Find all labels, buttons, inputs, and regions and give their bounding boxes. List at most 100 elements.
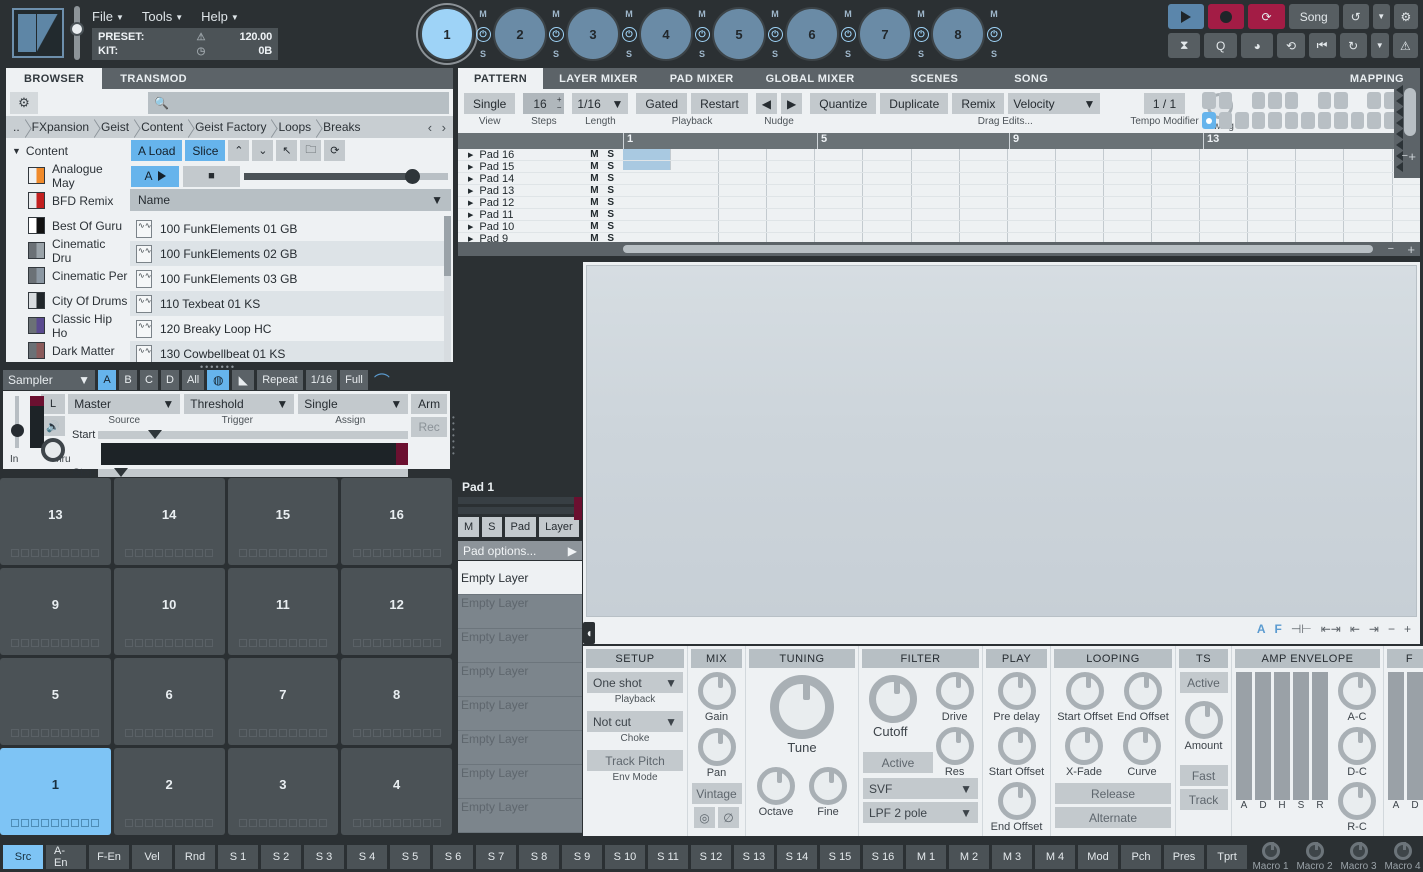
pattern-slot[interactable]	[1218, 112, 1233, 129]
scene-button[interactable]: 8	[931, 7, 985, 61]
zoom-out-vertical-button[interactable]: −	[1402, 150, 1408, 162]
pad-7[interactable]: 7	[227, 658, 339, 745]
pattern-slot[interactable]	[1284, 92, 1299, 109]
horizontal-scrollbar-thumb[interactable]	[623, 245, 1373, 253]
song-mode-button[interactable]: Song	[1288, 4, 1339, 29]
gain-knob[interactable]	[697, 672, 736, 710]
menu-help[interactable]: Help ▼	[201, 9, 239, 24]
pattern-track-row[interactable]: ▶ Pad 11 M S	[458, 209, 623, 221]
pad-4[interactable]: 4	[341, 748, 452, 835]
track-mute-solo[interactable]: M S	[590, 209, 623, 220]
preview-volume-slider[interactable]	[244, 168, 448, 184]
assign-select[interactable]: Single ▼	[298, 394, 409, 414]
envelope-bar[interactable]	[1255, 672, 1271, 800]
mod-tab-s-9[interactable]: S 9	[562, 845, 602, 869]
mod-tab-f-en[interactable]: F-En	[89, 845, 129, 869]
slice-button[interactable]: Slice	[185, 140, 226, 161]
cycle-icon[interactable]: ⟲	[1277, 33, 1305, 58]
tree-item[interactable]: Cinematic Dru	[6, 237, 128, 265]
mod-tab-m-3[interactable]: M 3	[992, 845, 1032, 869]
tree-item[interactable]: Analogue May	[6, 162, 128, 190]
layer-slot[interactable]: Empty Layer	[458, 629, 582, 663]
file-list-item[interactable]: 120 Breaky Loop HC	[130, 316, 451, 341]
scene-button[interactable]: 4	[639, 7, 693, 61]
filter-mode-select[interactable]: LPF 2 pole ▼	[863, 802, 978, 823]
scene-mute[interactable]: M	[844, 9, 852, 19]
nudge-right-button[interactable]: ▶	[781, 93, 803, 114]
file-column-header[interactable]: Name ▼	[130, 189, 451, 211]
file-list-item[interactable]: 100 FunkElements 02 GB	[130, 241, 451, 266]
nav-parent-icon[interactable]: ↖	[276, 140, 298, 161]
nudge-left-button[interactable]: ◀	[755, 93, 778, 114]
pattern-slot[interactable]	[1202, 112, 1216, 129]
vintage-button[interactable]: Vintage	[691, 783, 742, 804]
breadcrumb-next[interactable]: ›	[442, 120, 449, 135]
mono-icon[interactable]: ∅	[718, 807, 739, 828]
pattern-slot[interactable]	[1367, 92, 1381, 109]
pattern-vertical-scroll[interactable]: − +	[1394, 84, 1420, 178]
track-mute-solo[interactable]: M S	[590, 197, 623, 208]
tree-item[interactable]: City Of Drums	[6, 288, 128, 313]
goto-end-icon[interactable]: ⇥	[1369, 622, 1379, 636]
pad-13[interactable]: 13	[0, 478, 111, 565]
mod-tab-s-1[interactable]: S 1	[218, 845, 258, 869]
scene-7[interactable]: 7 M ⏻ S	[858, 4, 931, 64]
redo-button[interactable]: ↻	[1339, 33, 1367, 58]
choke-select[interactable]: Not cut ▼	[587, 711, 683, 732]
tempo-modifier-value[interactable]: 1 / 1	[1143, 93, 1186, 114]
pattern-tab-pad-mixer[interactable]: PAD MIXER	[654, 68, 750, 89]
file-list-item[interactable]: 110 Texbeat 01 KS	[130, 291, 451, 316]
breadcrumb-item[interactable]: Content	[134, 120, 188, 134]
alternate-button[interactable]: Alternate	[1055, 807, 1171, 828]
scene-power-icon[interactable]: ⏻	[913, 26, 929, 42]
pattern-slot[interactable]	[1268, 112, 1282, 129]
layer-slot[interactable]: Empty Layer	[458, 663, 582, 697]
macro-control[interactable]: Macro 4	[1382, 842, 1423, 872]
tree-item[interactable]: BFD Remix	[6, 188, 128, 213]
scene-button[interactable]: 7	[858, 7, 912, 61]
mod-tab-s-14[interactable]: S 14	[777, 845, 817, 869]
pattern-slot[interactable]	[1301, 112, 1315, 129]
pan-knob[interactable]	[697, 728, 736, 766]
scene-solo[interactable]: S	[772, 49, 778, 59]
mod-tab-s-2[interactable]: S 2	[261, 845, 301, 869]
scene-power-icon[interactable]: ⏻	[840, 26, 856, 42]
tempo-value[interactable]: 120.00	[214, 31, 273, 43]
clock-icon[interactable]: ◕	[1240, 33, 1274, 58]
macro-knob[interactable]	[1305, 842, 1324, 860]
pad-9[interactable]: 9	[0, 568, 111, 655]
envelope-bar[interactable]	[1274, 672, 1290, 800]
scene-solo[interactable]: S	[626, 49, 632, 59]
pattern-slot[interactable]	[1334, 92, 1348, 109]
mod-tab-a-en[interactable]: A-En	[46, 845, 86, 869]
tune-knob[interactable]	[770, 675, 834, 739]
track-expand-arrow[interactable]: ▶	[458, 211, 479, 219]
bank-all-button[interactable]: All	[182, 370, 205, 390]
tree-item[interactable]: Best Of Guru	[6, 213, 128, 238]
restart-button[interactable]: Restart	[691, 93, 748, 114]
breadcrumb-item[interactable]: ..	[6, 120, 25, 134]
scene-4[interactable]: 4 M ⏻ S	[639, 4, 712, 64]
scene-solo[interactable]: S	[918, 49, 924, 59]
scene-3[interactable]: 3 M ⏻ S	[566, 4, 639, 64]
zoom-out-horizontal-button[interactable]: −	[1388, 243, 1394, 255]
macro-knob[interactable]	[1261, 842, 1280, 860]
amp-ac-knob[interactable]	[1338, 672, 1376, 710]
tree-item[interactable]: Cinematic Per	[6, 263, 128, 288]
pattern-slot[interactable]	[1251, 92, 1266, 109]
scene-mute[interactable]: M	[698, 9, 706, 19]
track-mute-solo[interactable]: M S	[590, 173, 623, 184]
release-button[interactable]: Release	[1055, 783, 1171, 804]
macro-knob[interactable]	[1393, 842, 1412, 860]
mod-tab-s-12[interactable]: S 12	[691, 845, 731, 869]
waveform-handle[interactable]: ◖	[583, 622, 595, 644]
mod-tab-m-2[interactable]: M 2	[949, 845, 989, 869]
scene-1[interactable]: 1 M ⏻ S	[420, 4, 493, 64]
pattern-tab-scenes[interactable]: SCENES	[895, 68, 975, 89]
pad-3[interactable]: 3	[227, 748, 339, 835]
macro-control[interactable]: Macro 2	[1294, 842, 1335, 872]
macro-control[interactable]: Macro 1	[1250, 842, 1291, 872]
mod-tab-s-8[interactable]: S 8	[519, 845, 559, 869]
play-end-offset-knob[interactable]	[997, 782, 1036, 820]
scene-6[interactable]: 6 M ⏻ S	[785, 4, 858, 64]
